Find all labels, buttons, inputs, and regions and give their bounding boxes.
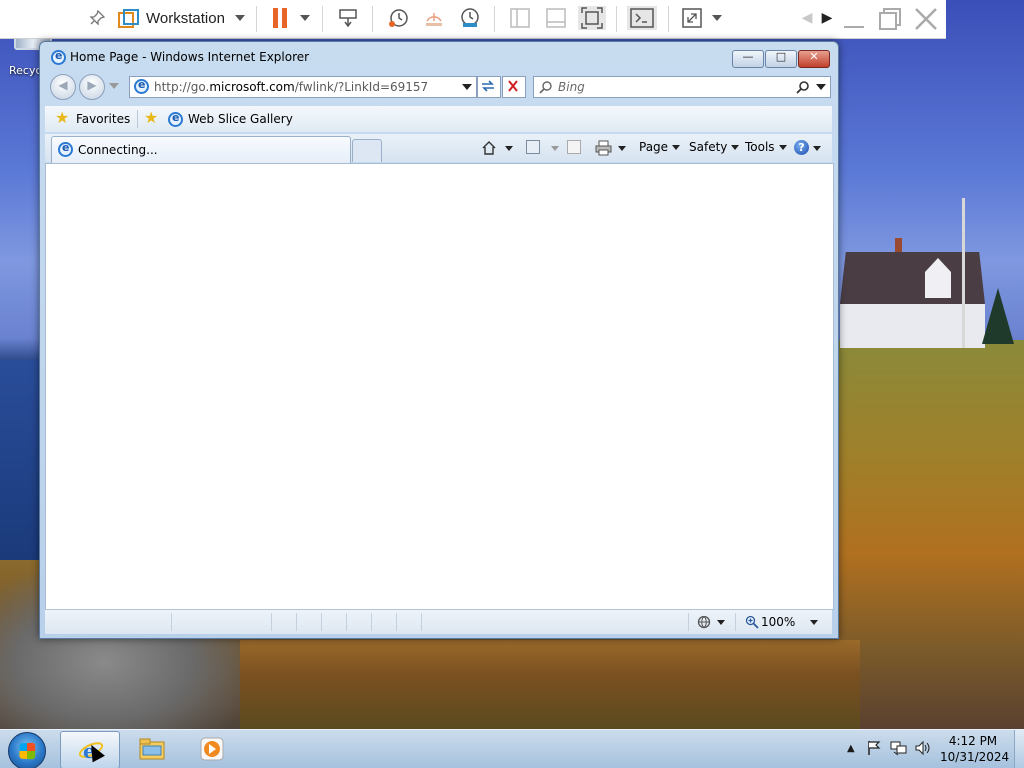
- snapshot-manager-icon[interactable]: [458, 6, 482, 30]
- network-icon[interactable]: [890, 740, 908, 756]
- minimize-icon[interactable]: [842, 7, 866, 37]
- system-clock[interactable]: 4:12 PM 10/31/2024: [940, 733, 1010, 765]
- wallpaper-flagpole: [962, 198, 965, 348]
- protected-mode-icon[interactable]: [696, 615, 712, 629]
- tools-menu[interactable]: Tools: [745, 140, 787, 154]
- arrow-right-icon: ▶: [87, 78, 97, 92]
- windows-explorer-icon: [139, 738, 165, 760]
- clock-date: 10/31/2024: [940, 750, 1010, 764]
- back-button[interactable]: ◀: [50, 74, 76, 100]
- home-icon[interactable]: [481, 140, 497, 156]
- close-icon[interactable]: [914, 7, 938, 37]
- tools-chevron-down-icon: [778, 145, 787, 150]
- vmware-toolbar: Workstation ◀ ▶: [0, 0, 946, 39]
- start-button[interactable]: [8, 732, 46, 768]
- tab-loading-icon: [58, 141, 73, 157]
- snapshot-icon[interactable]: [386, 6, 410, 30]
- thumbnail-view-icon[interactable]: [544, 6, 568, 30]
- vmware-menu-chevron-down-icon[interactable]: [234, 6, 246, 30]
- new-tab-button[interactable]: [352, 139, 382, 162]
- status-bar: 100%: [45, 609, 832, 634]
- vmware-logo-icon: [116, 6, 139, 30]
- taskbar-windows-explorer[interactable]: [122, 731, 180, 767]
- vmware-title[interactable]: Workstation: [146, 6, 225, 30]
- stop-button[interactable]: [502, 76, 526, 98]
- ie-maximize-button[interactable]: □: [765, 50, 797, 68]
- feeds-icon[interactable]: [526, 140, 540, 154]
- page-chevron-down-icon: [672, 145, 681, 150]
- console-view-icon[interactable]: [627, 6, 657, 30]
- compatibility-view-button[interactable]: [477, 76, 501, 98]
- print-icon[interactable]: [595, 140, 612, 156]
- wallpaper-grass: [240, 640, 860, 730]
- forward-button[interactable]: ▶: [79, 74, 105, 100]
- search-go-icon[interactable]: [796, 80, 810, 94]
- zoom-chevron-down-icon[interactable]: [810, 620, 818, 625]
- add-to-favorites-bar-icon[interactable]: ★: [144, 108, 158, 127]
- favorites-star-icon: ★: [55, 108, 70, 127]
- favorites-bar: ★ Favorites ★ Web Slice Gallery: [45, 106, 832, 132]
- volume-icon[interactable]: [914, 740, 932, 756]
- wallpaper-tree: [982, 288, 1014, 344]
- page-menu[interactable]: Page: [639, 140, 681, 154]
- search-icon: [539, 81, 552, 94]
- help-icon[interactable]: ?: [794, 140, 809, 155]
- stop-x-icon: [508, 80, 518, 92]
- print-chevron-down-icon[interactable]: [618, 146, 626, 151]
- safety-chevron-down-icon: [731, 145, 740, 150]
- web-slice-gallery-icon: [168, 111, 183, 127]
- fit-guest-icon[interactable]: [578, 6, 606, 30]
- show-desktop-button[interactable]: [1014, 730, 1024, 768]
- fullscreen-menu-chevron-down-icon[interactable]: [711, 6, 723, 30]
- recent-pages-chevron-down-icon[interactable]: [109, 83, 119, 89]
- search-placeholder: Bing: [558, 80, 585, 94]
- address-url: http://go.microsoft.com/fwlink/?LinkId=6…: [154, 80, 429, 94]
- protected-mode-chevron-down-icon[interactable]: [717, 620, 725, 625]
- revert-snapshot-icon[interactable]: [422, 6, 446, 30]
- media-player-icon: [200, 737, 224, 761]
- library-view-icon[interactable]: [508, 6, 532, 30]
- tab-home-page[interactable]: Connecting...: [51, 136, 351, 163]
- search-provider-chevron-down-icon[interactable]: [816, 84, 826, 90]
- ie-window: Home Page - Windows Internet Explorer — …: [39, 41, 839, 639]
- zoom-icon: [745, 615, 759, 629]
- ie-close-button[interactable]: ✕: [798, 50, 830, 68]
- forward-icon[interactable]: ▶: [820, 6, 834, 30]
- ie-window-title: Home Page - Windows Internet Explorer: [70, 50, 310, 64]
- favorites-button[interactable]: Favorites: [76, 112, 130, 126]
- taskbar: e ▲ 4:12 PM 10/31/2024: [0, 729, 1024, 768]
- tab-label: Connecting...: [78, 143, 158, 157]
- ie-minimize-button[interactable]: —: [732, 50, 764, 68]
- page-icon: [134, 78, 149, 94]
- taskbar-media-player[interactable]: [182, 731, 240, 767]
- zoom-level[interactable]: 100%: [761, 615, 795, 629]
- page-content[interactable]: [45, 163, 834, 610]
- wallpaper-hill: [838, 340, 1024, 730]
- refresh-arrows-icon: [482, 80, 494, 92]
- back-icon[interactable]: ◀: [800, 6, 814, 30]
- ie-window-icon: [51, 49, 66, 65]
- command-bar: Connecting... Page Safety Tools ?: [45, 134, 832, 163]
- pause-icon[interactable]: [270, 6, 290, 30]
- read-mail-icon[interactable]: [567, 140, 581, 154]
- restore-icon[interactable]: [878, 7, 902, 37]
- safety-menu[interactable]: Safety: [689, 140, 740, 154]
- action-center-flag-icon[interactable]: [866, 740, 882, 756]
- clock-time: 4:12 PM: [948, 734, 998, 748]
- address-dropdown-chevron-down-icon[interactable]: [462, 84, 472, 90]
- send-ctrl-alt-del-icon[interactable]: [336, 6, 360, 30]
- address-bar[interactable]: http://go.microsoft.com/fwlink/?LinkId=6…: [129, 76, 477, 98]
- power-menu-chevron-down-icon[interactable]: [299, 6, 311, 30]
- show-hidden-icons-chevron-up-icon[interactable]: ▲: [847, 743, 855, 754]
- web-slice-gallery-link[interactable]: Web Slice Gallery: [188, 112, 293, 126]
- arrow-left-icon: ◀: [58, 78, 68, 92]
- help-chevron-down-icon[interactable]: [813, 146, 821, 151]
- home-chevron-down-icon[interactable]: [505, 146, 513, 151]
- ie-navigation-bar: ◀ ▶ http://go.microsoft.com/fwlink/?Link…: [40, 72, 838, 102]
- pin-icon[interactable]: [86, 6, 108, 30]
- fullscreen-icon[interactable]: [680, 6, 704, 30]
- search-input[interactable]: Bing: [533, 76, 831, 98]
- feeds-chevron-down-icon[interactable]: [551, 146, 559, 151]
